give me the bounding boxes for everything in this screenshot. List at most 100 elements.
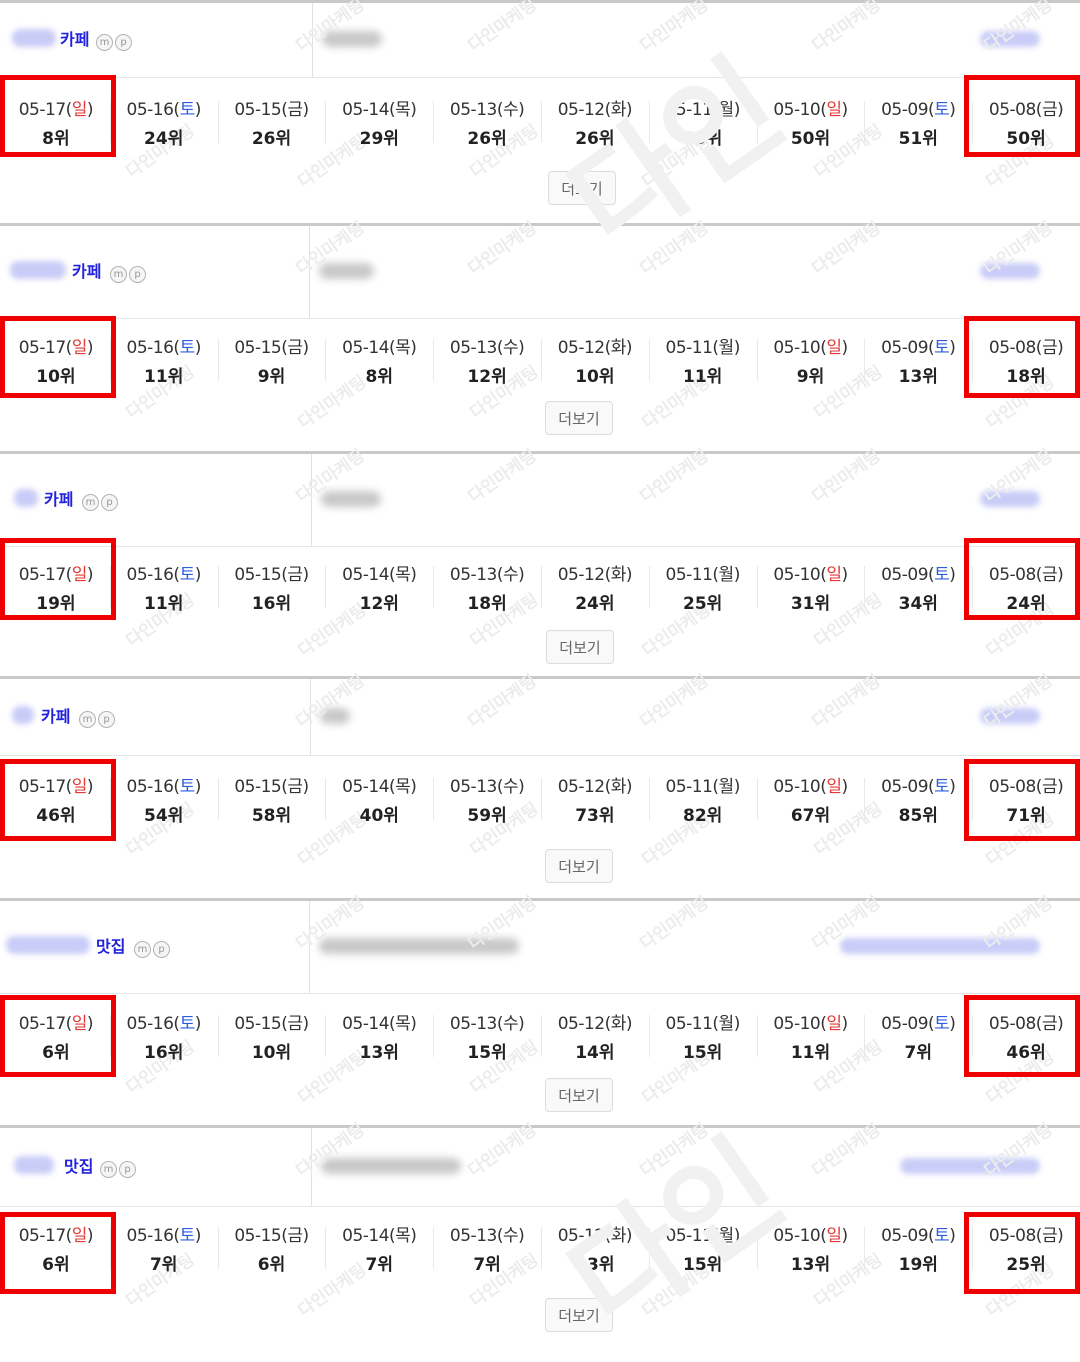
rank-cell: 05-13(수) 12위 <box>433 333 541 387</box>
highlight-box-oldest <box>964 538 1080 620</box>
keyword-label: 카페 <box>41 707 71 726</box>
header-divider <box>309 901 310 993</box>
cell-date: 05-16(토) <box>126 777 202 797</box>
cell-date: 05-09(토) <box>881 100 956 120</box>
day-of-week: 일 <box>826 565 842 585</box>
cell-date: 05-15(금) <box>234 1226 309 1246</box>
address-blurred <box>900 1158 1040 1174</box>
cell-rank: 24위 <box>144 129 184 149</box>
header-divider <box>312 3 313 77</box>
store-name-blurred <box>321 491 381 507</box>
platform-badges: mp <box>100 1161 136 1178</box>
day-of-week: 화 <box>610 1226 627 1246</box>
cell-rank: 16위 <box>251 594 292 614</box>
pc-badge-icon: p <box>129 266 146 283</box>
rank-cells: 05-17(일) 6위 05-16(토) 7위 05-15(금) 6위 05-14(목) 7위… <box>2 1221 1080 1275</box>
rank-cell: 05-11(월) 25위 <box>648 560 757 614</box>
rank-cell: 05-09(토) 13위 <box>864 333 972 387</box>
rank-cell: 05-16(토) 11위 <box>109 560 218 614</box>
day-of-week: 토 <box>179 338 196 358</box>
header-divider <box>310 679 311 755</box>
day-of-week: 수 <box>502 1226 519 1246</box>
address-blurred <box>980 263 1040 279</box>
rank-cell: 05-10(일) 50위 <box>756 95 865 149</box>
cell-date: 05-11(월) <box>665 338 741 358</box>
cell-date: 05-09(토) <box>881 1014 956 1034</box>
rank-cell: 05-12(화) 73위 <box>540 772 649 826</box>
more-button[interactable]: 더보기 <box>545 1078 613 1112</box>
cell-date: 05-16(토) <box>126 1226 202 1246</box>
day-of-week: 화 <box>610 338 627 358</box>
rank-cell: 05-16(토) 11위 <box>109 333 218 387</box>
address-blurred <box>980 491 1040 507</box>
day-of-week: 토 <box>934 565 950 585</box>
cell-rank: 7위 <box>149 1255 178 1275</box>
highlight-box-latest <box>0 316 116 398</box>
day-of-week: 수 <box>502 565 519 585</box>
rank-cell: 05-11(월) 29위 <box>648 95 757 149</box>
rank-cells: 05-17(일) 8위 05-16(토) 24위 05-15(금) 26위 05-14(목)… <box>2 95 1080 149</box>
cell-date: 05-14(목) <box>342 565 417 585</box>
mobile-badge-icon: m <box>82 494 99 511</box>
cell-date: 05-14(목) <box>342 338 417 358</box>
cell-date: 05-15(금) <box>234 338 309 358</box>
cell-rank: 85위 <box>898 806 938 826</box>
cell-date: 05-10(일) <box>773 1226 848 1246</box>
rank-cell: 05-09(토) 7위 <box>864 1009 972 1063</box>
day-of-week: 토 <box>179 777 196 797</box>
cell-rank: 11위 <box>144 594 184 614</box>
day-of-week: 토 <box>934 338 950 358</box>
day-of-week: 월 <box>718 777 735 797</box>
more-button[interactable]: 더보기 <box>546 630 614 664</box>
cell-rank: 73위 <box>575 806 615 826</box>
cell-date: 05-14(목) <box>342 100 417 120</box>
cell-rank: 7위 <box>473 1255 501 1275</box>
cell-rank: 12위 <box>359 594 399 614</box>
rank-cell: 05-11(월) 82위 <box>648 772 757 826</box>
cell-rank: 10위 <box>251 1043 292 1063</box>
block-header: 카페 m p <box>0 226 1080 319</box>
keyword-blurred-prefix <box>14 489 38 507</box>
day-of-week: 토 <box>934 1226 950 1246</box>
cell-date: 05-12(화) <box>557 1014 633 1034</box>
cell-date: 05-10(일) <box>773 100 848 120</box>
day-of-week: 목 <box>395 1226 411 1246</box>
address-blurred <box>840 938 1040 954</box>
day-of-week: 토 <box>934 100 950 120</box>
platform-badges: mp <box>110 266 146 283</box>
rank-cell: 05-16(토) 16위 <box>109 1009 218 1063</box>
cell-date: 05-12(화) <box>557 565 633 585</box>
cell-date: 05-11(월) <box>665 1014 741 1034</box>
cell-rank: 26위 <box>467 129 507 149</box>
mobile-badge-icon: m <box>110 266 127 283</box>
rank-cell: 05-13(수) 7위 <box>433 1221 541 1275</box>
keyword-label: 카페 <box>44 490 74 509</box>
more-button[interactable]: 더보기 <box>548 171 616 205</box>
cell-rank: 34위 <box>898 594 938 614</box>
day-of-week: 금 <box>287 1014 303 1034</box>
store-name-blurred <box>320 708 350 724</box>
rank-cell: 05-09(토) 51위 <box>864 95 972 149</box>
cell-date: 05-12(화) <box>557 338 633 358</box>
cell-date: 05-15(금) <box>234 565 309 585</box>
day-of-week: 수 <box>502 338 519 358</box>
cell-date: 05-15(금) <box>234 777 309 797</box>
highlight-box-latest <box>0 538 116 620</box>
cell-rank: 18위 <box>467 594 507 614</box>
cell-rank: 13위 <box>359 1043 399 1063</box>
more-button[interactable]: 더보기 <box>545 1298 613 1332</box>
day-of-week: 화 <box>610 777 627 797</box>
more-button[interactable]: 더보기 <box>545 401 613 435</box>
rank-cell: 05-15(금) 9위 <box>217 333 326 387</box>
cell-rank: 11위 <box>144 367 184 387</box>
cell-rank: 24위 <box>575 594 615 614</box>
mobile-badge-icon: m <box>134 941 151 958</box>
keyword-label: 카페 <box>72 262 102 281</box>
cell-rank: 26위 <box>251 129 292 149</box>
header-divider <box>311 454 312 546</box>
more-button[interactable]: 더보기 <box>545 849 613 883</box>
cell-date: 05-13(수) <box>449 1014 525 1034</box>
rank-cell: 05-12(화) 26위 <box>540 95 649 149</box>
highlight-box-latest <box>0 75 116 157</box>
cell-rank: 13위 <box>575 1255 615 1275</box>
